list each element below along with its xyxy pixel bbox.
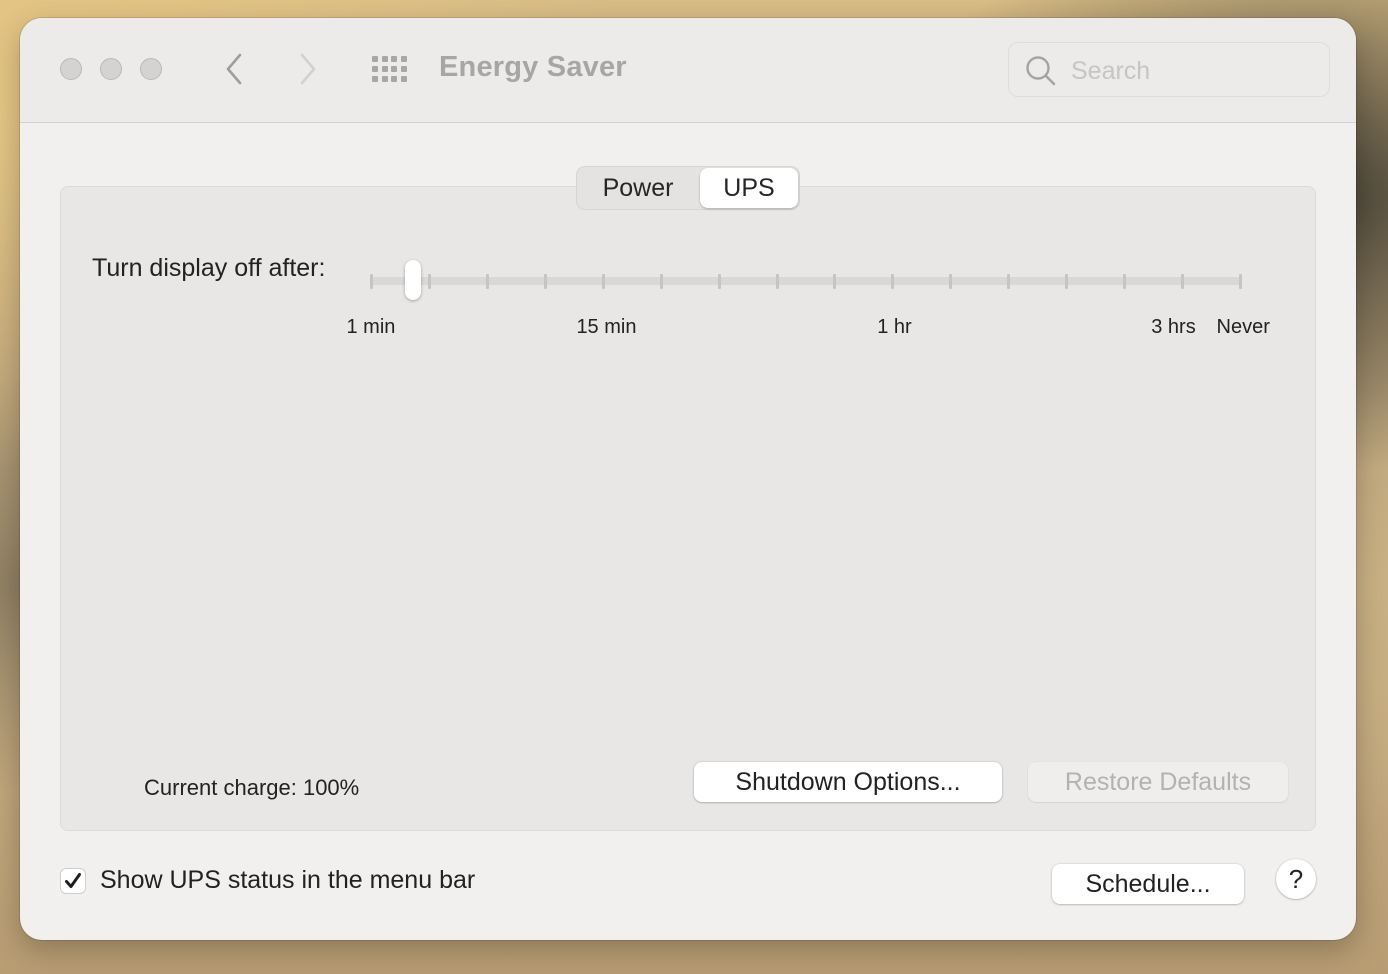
grid-dot bbox=[381, 56, 388, 62]
search-field[interactable] bbox=[1008, 42, 1330, 97]
show-ups-status-checkbox[interactable] bbox=[60, 867, 86, 894]
slider-tick bbox=[949, 274, 953, 289]
slider-tick bbox=[1123, 274, 1127, 289]
display-off-label: Turn display off after: bbox=[92, 254, 326, 282]
restore-defaults-button[interactable]: Restore Defaults bbox=[1028, 762, 1288, 802]
search-input[interactable] bbox=[1069, 53, 1313, 89]
back-button[interactable] bbox=[218, 52, 250, 86]
grid-dot bbox=[400, 76, 407, 82]
grid-dot bbox=[372, 76, 378, 82]
energy-saver-window: Energy Saver Power UPS Turn display off … bbox=[20, 18, 1356, 940]
slider-scale-label: 15 min bbox=[576, 316, 637, 338]
close-button[interactable] bbox=[60, 58, 82, 80]
slider-tick bbox=[1065, 274, 1069, 289]
slider-tick bbox=[1181, 274, 1185, 289]
window-title: Energy Saver bbox=[439, 51, 627, 83]
slider-track[interactable] bbox=[370, 277, 1242, 285]
slider-scale-label: 3 hrs bbox=[1151, 316, 1196, 338]
slider-thumb[interactable] bbox=[404, 260, 421, 300]
minimize-button[interactable] bbox=[100, 58, 122, 80]
grid-dot bbox=[400, 56, 407, 62]
forward-button[interactable] bbox=[292, 52, 324, 86]
slider-tick bbox=[1239, 274, 1242, 289]
grid-dot bbox=[400, 66, 407, 72]
display-off-slider[interactable] bbox=[370, 260, 1242, 318]
slider-tick bbox=[427, 274, 431, 289]
grid-dot bbox=[372, 66, 378, 72]
help-button[interactable]: ? bbox=[1276, 859, 1316, 899]
slider-scale-label: 1 min bbox=[346, 316, 396, 338]
slider-scale-label: Never bbox=[1216, 316, 1270, 338]
grid-dot bbox=[381, 76, 388, 82]
slider-tick bbox=[717, 274, 721, 289]
grid-dot bbox=[391, 66, 397, 72]
grid-dot bbox=[372, 56, 378, 62]
chevron-left-icon bbox=[226, 53, 242, 85]
toolbar: Energy Saver bbox=[20, 18, 1356, 123]
show-ups-status-option[interactable]: Show UPS status in the menu bar bbox=[60, 866, 475, 895]
slider-tick bbox=[659, 274, 663, 289]
current-charge-status: Current charge: 100% bbox=[144, 775, 360, 800]
slider-tick bbox=[775, 274, 779, 289]
slider-tick bbox=[833, 274, 837, 289]
show-ups-status-label: Show UPS status in the menu bar bbox=[100, 866, 476, 894]
tab-bar: Power UPS bbox=[576, 166, 800, 210]
zoom-button[interactable] bbox=[140, 58, 162, 80]
schedule-button[interactable]: Schedule... bbox=[1052, 864, 1244, 904]
tab-ups[interactable]: UPS bbox=[700, 168, 798, 208]
search-icon bbox=[1026, 56, 1056, 86]
slider-tick bbox=[485, 274, 489, 289]
checkmark-icon bbox=[65, 872, 81, 888]
slider-scale-label: 1 hr bbox=[877, 316, 912, 338]
slider-tick bbox=[601, 274, 605, 289]
tab-power[interactable]: Power bbox=[577, 167, 699, 209]
slider-tick bbox=[543, 274, 547, 289]
slider-tick bbox=[1007, 274, 1011, 289]
chevron-right-icon bbox=[300, 53, 316, 85]
grid-dot bbox=[381, 66, 388, 72]
grid-dot bbox=[391, 76, 397, 82]
grid-dot bbox=[391, 56, 397, 62]
show-all-grid-icon[interactable] bbox=[372, 56, 408, 84]
shutdown-options-button[interactable]: Shutdown Options... bbox=[694, 762, 1002, 802]
slider-tick bbox=[370, 274, 373, 289]
slider-tick bbox=[891, 274, 895, 289]
